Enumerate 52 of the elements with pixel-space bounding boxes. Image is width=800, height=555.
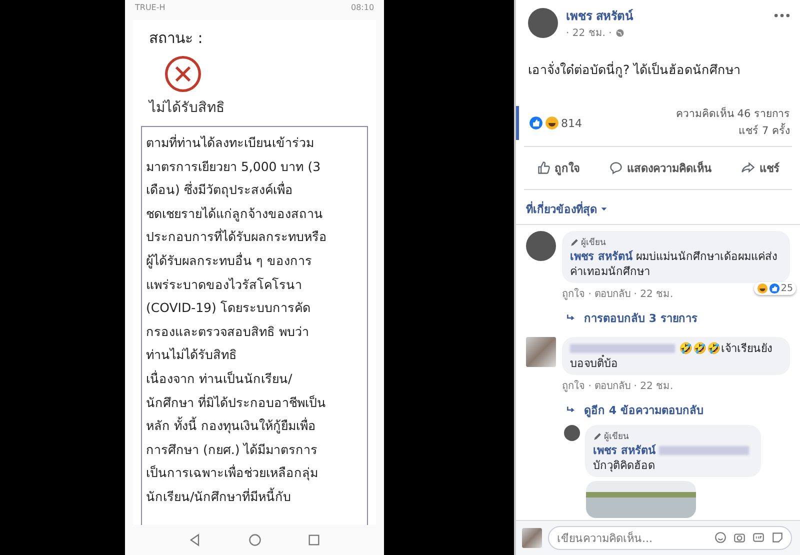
author-label: ผู้เขียน [581,236,606,249]
avatar[interactable] [528,8,558,38]
share-arrow-icon [741,161,756,175]
replies-link[interactable]: การตอบกลับ 3 รายการ [516,301,800,331]
thumbs-up-icon [536,161,551,175]
back-icon [188,533,202,547]
recents-icon [307,533,322,547]
post-text: เอาจั่งใด๋ต่อบัดนี่กู? ได้เป็นฮ้อดนักศึกษา [527,60,742,80]
post-time: · 22 ชม. · [566,27,612,40]
author-label: ผู้เขียน [604,430,630,443]
more-icon[interactable] [774,13,790,18]
blurred-avatar [522,528,542,548]
status-result: ไม่ได้รับสิทธิ [149,98,226,118]
laugh-reaction-icon [545,116,560,130]
laugh-reaction-icon [756,283,768,294]
home-icon [248,533,262,547]
comment-button[interactable]: แสดงความคิดเห็น [607,157,714,179]
gif-icon [752,531,765,544]
reaction-badge[interactable]: 25 [754,282,796,295]
x-circle-icon [163,54,203,94]
like-button[interactable]: ถูกใจ [534,157,582,179]
comment-meta: ถูกใจ · ตอบกลับ · 22 ชม. [562,379,674,393]
like-reaction-icon [529,116,544,130]
avatar[interactable] [526,231,556,261]
shares-count[interactable]: แชร์ 7 ครั้ง [676,123,790,140]
comments-count[interactable]: ความคิดเห็น 46 รายการ [676,106,790,123]
avatar[interactable] [564,425,580,441]
camera-icon [733,531,746,544]
share-button[interactable]: แชร์ [739,157,782,179]
pencil-icon [570,238,580,246]
carrier-label: TRUE-H [135,3,166,14]
author-name[interactable]: เพชร สหรัตน์ [566,6,634,25]
replies-link[interactable]: ดูอีก 4 ข้อความตอบกลับ [516,393,800,423]
sort-dropdown[interactable]: ที่เกี่ยวข้องที่สุด [516,196,618,224]
speech-bubble-icon [609,161,624,175]
comment-meta: ถูกใจ · ตอบกลับ · 22 ชม. [562,287,674,301]
emoji-icon [714,531,727,544]
comment-input[interactable]: เขียนความคิดเห็น... [548,526,792,550]
comment-text: เพชร สหรัตน์ ผมบ่แม่นนักศึกษาเด้อผมแค่ส่งค่าเทอมนักศึกษา [570,249,778,279]
like-reaction-icon [768,283,780,294]
reply-arrow-icon [566,405,576,415]
caret-icon [600,205,608,213]
pencil-icon [593,432,602,440]
reaction-count[interactable]: 814 [561,116,582,130]
status-label: สถานะ : [149,28,204,49]
comment-text: เพชร สหรัตน์ บักวุติคิดฮ้อด [593,443,753,473]
reply-arrow-icon [566,313,576,323]
photo-placeholder[interactable] [586,481,696,518]
sticker-icon [771,531,784,544]
comment-text: 🤣🤣🤣เจ้าเรียนยังบอจบติ๋บ้อ [570,341,774,371]
clock-time: 08:10 [350,3,374,14]
blurred-avatar[interactable] [526,337,556,367]
